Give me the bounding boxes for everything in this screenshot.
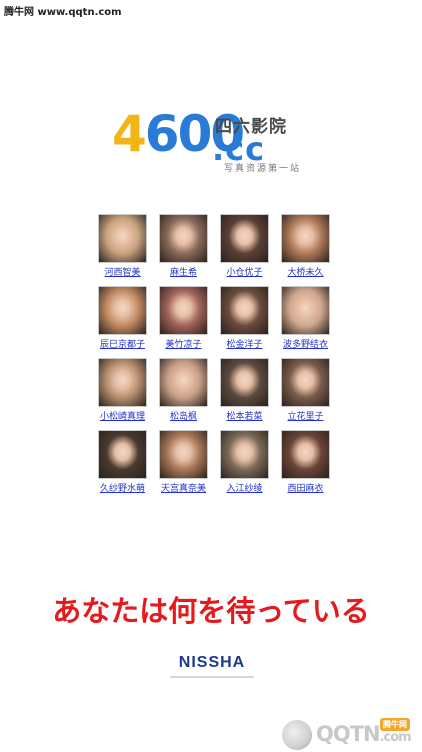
watermark-bottom-main: QQTN (316, 722, 381, 746)
actress-photo[interactable] (220, 214, 269, 263)
actress-name-link[interactable]: 河西智美 (104, 267, 140, 279)
actress-name-link[interactable]: 大桥未久 (287, 267, 323, 279)
actress-card[interactable]: 波多野结衣 (275, 286, 336, 351)
actress-card[interactable]: 松金洋子 (214, 286, 275, 351)
actress-card[interactable]: 松本若菜 (214, 358, 275, 423)
actress-photo[interactable] (159, 214, 208, 263)
brand-underline (170, 676, 254, 678)
actress-name-link[interactable]: 波多野结衣 (283, 339, 328, 351)
actress-photo[interactable] (159, 286, 208, 335)
actress-photo[interactable] (159, 430, 208, 479)
actress-card[interactable]: 松岛枫 (153, 358, 214, 423)
actress-card[interactable]: 大桥未久 (275, 214, 336, 279)
actress-photo[interactable] (98, 358, 147, 407)
actress-name-link[interactable]: 立花里子 (287, 411, 323, 423)
actress-name-link[interactable]: 松岛枫 (170, 411, 197, 423)
actress-photo[interactable] (220, 358, 269, 407)
actress-photo[interactable] (98, 214, 147, 263)
watermark-bottom: QQTN.com 腾牛网 (280, 718, 422, 752)
actress-photo[interactable] (281, 214, 330, 263)
actress-name-link[interactable]: 松本若菜 (226, 411, 262, 423)
actress-name-link[interactable]: 小仓优子 (226, 267, 262, 279)
qqtn-logo-icon (282, 720, 312, 750)
actress-photo[interactable] (281, 430, 330, 479)
logo-digit-four: 4 (112, 105, 147, 163)
actress-card[interactable]: 入江纱绫 (214, 430, 275, 495)
watermark-bottom-badge: 腾牛网 (380, 718, 410, 731)
actress-grid: 河西智美 麻生希 小仓优子 大桥未久辰巳京都子 美竹凉子 松金洋子 波多野结衣小松崎真理 松岛… (92, 214, 332, 495)
watermark-top: 腾牛网 www.qqtn.com (4, 7, 122, 18)
actress-card[interactable]: 小仓优子 (214, 214, 275, 279)
actress-photo[interactable] (281, 358, 330, 407)
logo-tagline: 写真资源第一站 (224, 164, 302, 174)
actress-name-link[interactable]: 入江纱绫 (226, 483, 262, 495)
actress-name-link[interactable]: 西田麻衣 (287, 483, 323, 495)
actress-card[interactable]: 西田麻衣 (275, 430, 336, 495)
actress-card[interactable]: 河西智美 (92, 214, 153, 279)
brand-text: NISSHA (178, 654, 246, 671)
actress-name-link[interactable]: 小松崎真理 (100, 411, 145, 423)
actress-name-link[interactable]: 麻生希 (170, 267, 197, 279)
site-logo[interactable]: 4600 四六影院 .cc 写真资源第一站 (112, 104, 312, 174)
actress-card[interactable]: 久纱野水萌 (92, 430, 153, 495)
actress-name-link[interactable]: 松金洋子 (226, 339, 262, 351)
actress-card[interactable]: 小松崎真理 (92, 358, 153, 423)
actress-name-link[interactable]: 美竹凉子 (165, 339, 201, 351)
brand-logo: NISSHA (168, 654, 256, 678)
actress-name-link[interactable]: 天宫真奈美 (161, 483, 206, 495)
actress-card[interactable]: 麻生希 (153, 214, 214, 279)
actress-card[interactable]: 天宫真奈美 (153, 430, 214, 495)
actress-photo[interactable] (98, 286, 147, 335)
actress-name-link[interactable]: 久纱野水萌 (100, 483, 145, 495)
slogan-text: あなたは何を待っている (52, 594, 370, 628)
actress-photo[interactable] (220, 286, 269, 335)
watermark-bottom-suffix: .com (379, 730, 412, 745)
actress-photo[interactable] (220, 430, 269, 479)
actress-photo[interactable] (159, 358, 208, 407)
actress-photo[interactable] (281, 286, 330, 335)
actress-card[interactable]: 美竹凉子 (153, 286, 214, 351)
actress-card[interactable]: 立花里子 (275, 358, 336, 423)
actress-name-link[interactable]: 辰巳京都子 (100, 339, 145, 351)
actress-card[interactable]: 辰巳京都子 (92, 286, 153, 351)
actress-photo[interactable] (98, 430, 147, 479)
